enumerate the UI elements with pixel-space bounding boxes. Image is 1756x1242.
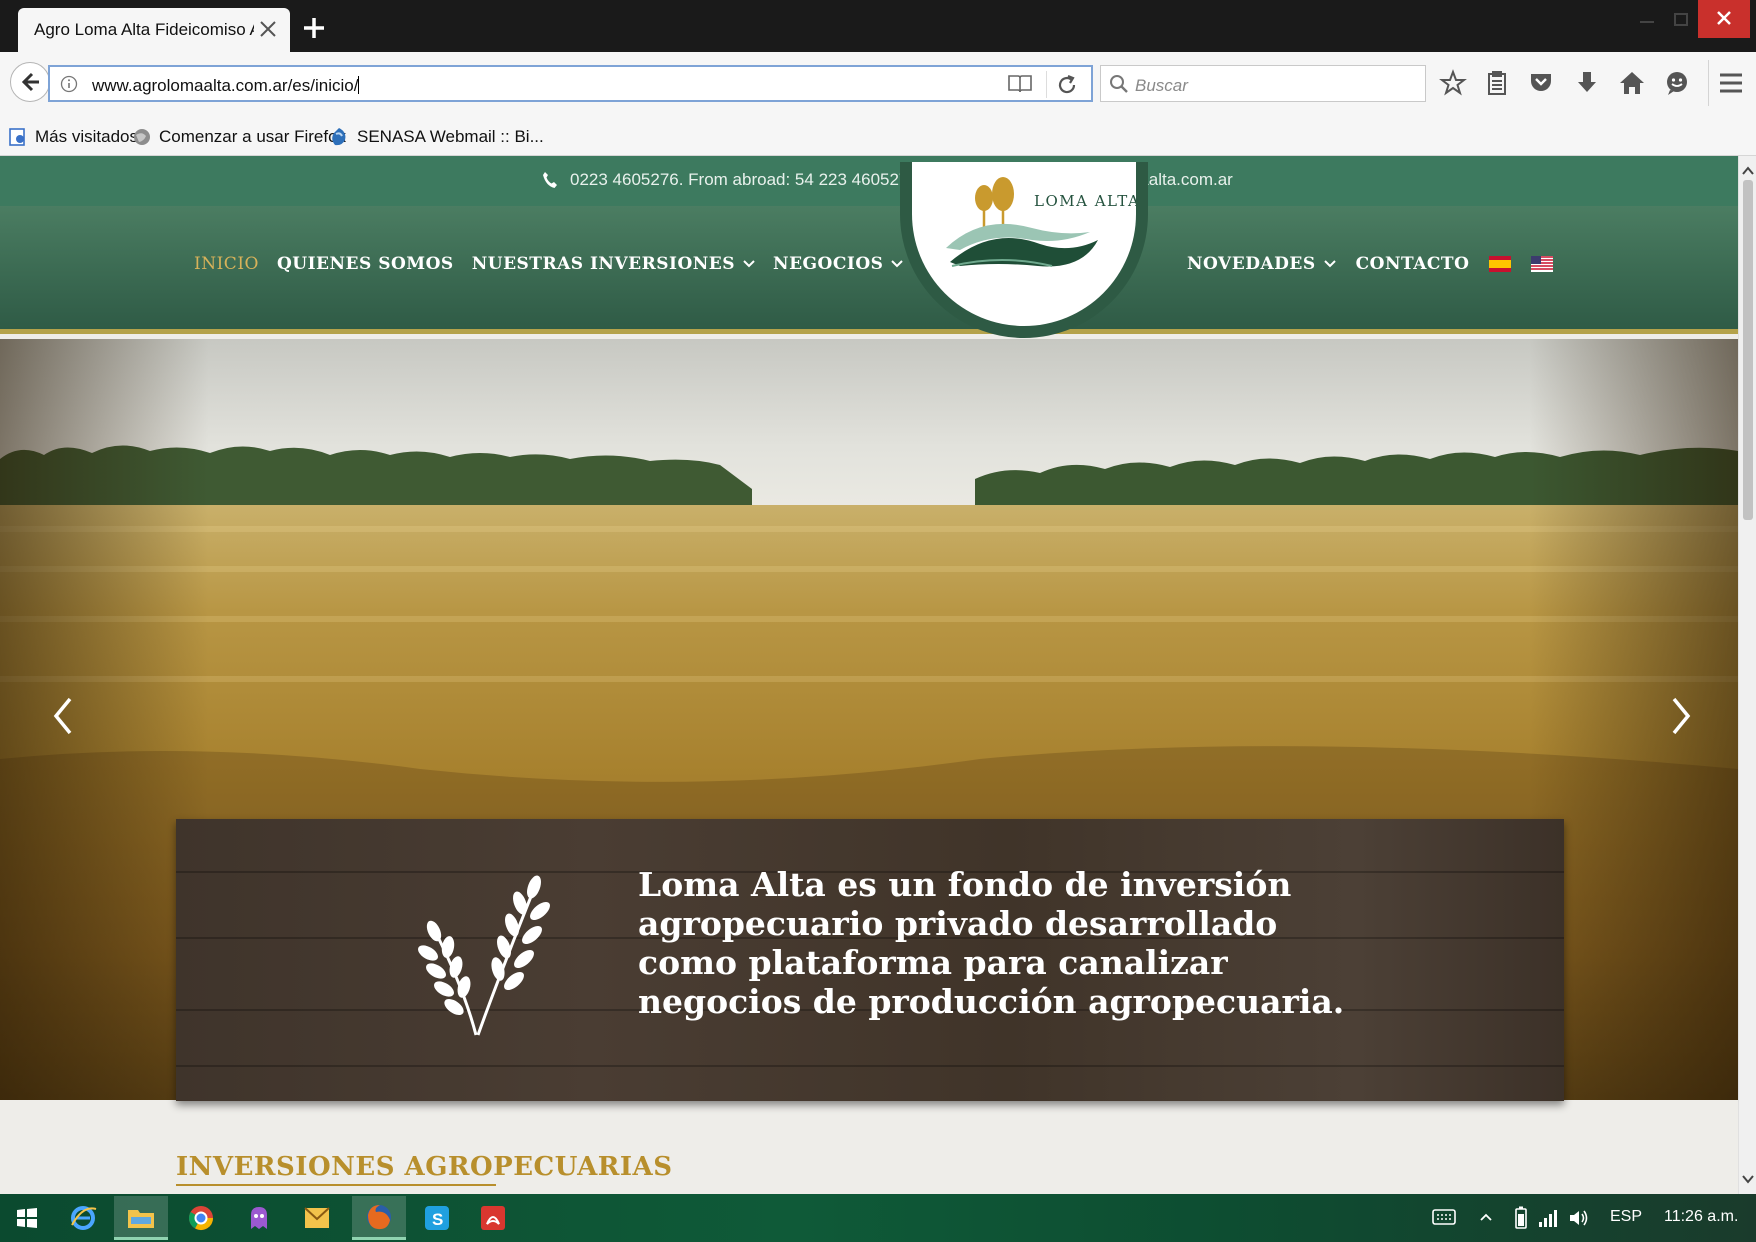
back-button[interactable] xyxy=(10,62,50,102)
clock-time[interactable]: 11:26 a.m. xyxy=(1664,1208,1738,1226)
menu-label: NOVEDADES xyxy=(1187,254,1316,274)
phone-icon xyxy=(543,172,557,188)
close-tab-icon[interactable] xyxy=(258,19,278,39)
pocket-icon[interactable] xyxy=(1526,68,1556,98)
browser-tab[interactable]: Agro Loma Alta Fideicomiso A... xyxy=(18,8,290,52)
bookmark-label: Comenzar a usar Firefox xyxy=(159,127,347,146)
menu-negocios[interactable]: NEGOCIOS xyxy=(773,254,904,274)
windows-start-icon[interactable] xyxy=(0,1196,54,1240)
bookmarks-toolbar: Más visitados Comenzar a usar Firefox SE… xyxy=(0,116,1756,156)
bookmark-star-icon[interactable] xyxy=(1438,68,1468,98)
menu-label: INICIO xyxy=(194,254,259,274)
chevron-down-icon xyxy=(891,260,904,268)
menu-label: NEGOCIOS xyxy=(773,254,884,274)
bookmark-comenzar-firefox[interactable]: Comenzar a usar Firefox xyxy=(132,126,346,148)
contact-strip: 0223 4605276. From abroad: 54 223 460527… xyxy=(0,156,1738,206)
windows-taskbar: S ESP 11:26 a.m. xyxy=(0,1194,1756,1242)
new-tab-icon[interactable] xyxy=(300,14,328,42)
minimize-button[interactable] xyxy=(1632,6,1662,34)
keyboard-icon[interactable] xyxy=(1432,1208,1456,1226)
menu-contacto[interactable]: CONTACTO xyxy=(1356,254,1470,274)
phone-contact: 0223 4605276. From abroad: 54 223 460527… xyxy=(542,170,918,190)
downloads-icon[interactable] xyxy=(1572,68,1602,98)
chevron-down-icon xyxy=(743,260,755,268)
address-bar[interactable]: www.agrolomaalta.com.ar/es/inicio/ xyxy=(48,65,1093,102)
hero-caption-text: Loma Alta es un fondo de inversión agrop… xyxy=(638,865,1345,1021)
section-title: INVERSIONES AGROPECUARIAS xyxy=(176,1152,673,1182)
carousel-next-icon[interactable] xyxy=(1664,693,1698,739)
tab-title: Agro Loma Alta Fideicomiso A... xyxy=(34,20,254,39)
browser-navigation-bar: www.agrolomaalta.com.ar/es/inicio/ Busca… xyxy=(0,52,1756,116)
browser-title-bar: Agro Loma Alta Fideicomiso A... xyxy=(0,0,1756,52)
site-info-icon[interactable] xyxy=(60,75,78,93)
menu-right: NOVEDADES CONTACTO xyxy=(1187,254,1554,274)
battery-icon[interactable] xyxy=(1514,1206,1528,1230)
reload-icon[interactable] xyxy=(1055,73,1079,97)
internet-explorer-icon[interactable] xyxy=(56,1196,110,1240)
search-box[interactable]: Buscar xyxy=(1100,65,1426,102)
web-page: 0223 4605276. From abroad: 54 223 460527… xyxy=(0,156,1738,1194)
menu-quienes-somos[interactable]: QUIENES SOMOS xyxy=(277,254,454,274)
back-arrow-icon xyxy=(21,72,39,92)
bookmark-page-icon xyxy=(9,128,25,146)
file-explorer-icon[interactable] xyxy=(114,1196,168,1240)
app-icon[interactable] xyxy=(232,1196,286,1240)
menu-inicio[interactable]: INICIO xyxy=(194,254,259,274)
section-underline xyxy=(176,1184,496,1186)
input-language[interactable]: ESP xyxy=(1610,1208,1642,1226)
firefox-icon[interactable] xyxy=(352,1196,406,1240)
scroll-thumb[interactable] xyxy=(1743,180,1753,520)
logo-badge: LOMA ALTA xyxy=(912,162,1136,326)
tray-expand-icon[interactable] xyxy=(1480,1212,1492,1222)
window-close-button[interactable] xyxy=(1698,0,1750,38)
volume-icon[interactable] xyxy=(1568,1208,1590,1228)
hello-chat-icon[interactable] xyxy=(1662,68,1692,98)
bookmark-label: Más visitados xyxy=(35,127,138,146)
acrobat-icon[interactable] xyxy=(466,1196,520,1240)
outlook-icon[interactable] xyxy=(290,1196,344,1240)
skype-icon[interactable]: S xyxy=(410,1196,464,1240)
carousel-prev-icon[interactable] xyxy=(46,693,80,739)
loma-alta-logo[interactable]: LOMA ALTA xyxy=(900,162,1148,338)
search-icon xyxy=(1110,75,1128,93)
maximize-button[interactable] xyxy=(1666,6,1696,34)
logo-emblem-icon xyxy=(946,177,1098,267)
menu-hamburger-icon[interactable] xyxy=(1716,68,1746,98)
site-navigation: INICIO QUIENES SOMOS NUESTRAS INVERSIONE… xyxy=(0,206,1738,334)
menu-novedades[interactable]: NOVEDADES xyxy=(1187,254,1336,274)
menu-left: INICIO QUIENES SOMOS NUESTRAS INVERSIONE… xyxy=(194,254,904,274)
screen: Agro Loma Alta Fideicomiso A... www.agro… xyxy=(0,0,1756,1242)
menu-label: CONTACTO xyxy=(1355,254,1470,274)
reader-view-icon[interactable] xyxy=(1007,73,1033,95)
scroll-down-icon[interactable] xyxy=(1742,1172,1754,1186)
home-icon[interactable] xyxy=(1617,68,1647,98)
phone-text: 0223 4605276. From abroad: 54 223 460527… xyxy=(570,170,918,189)
menu-label: NUESTRAS INVERSIONES xyxy=(471,254,736,274)
url-value: www.agrolomaalta.com.ar/es/inicio/ xyxy=(92,76,359,95)
network-signal-icon[interactable] xyxy=(1538,1208,1558,1228)
bookmark-senasa-webmail[interactable]: SENASA Webmail :: Bi... xyxy=(328,126,544,148)
webmail-icon xyxy=(332,128,346,146)
search-placeholder: Buscar xyxy=(1135,76,1188,95)
spain-flag-icon[interactable] xyxy=(1489,256,1512,272)
menu-label: QUIENES SOMOS xyxy=(276,254,454,274)
usa-flag-icon[interactable] xyxy=(1531,256,1554,272)
logo-text: LOMA ALTA xyxy=(1034,192,1136,210)
wheat-icon xyxy=(418,875,550,1036)
bookmarks-list-icon[interactable] xyxy=(1482,68,1512,98)
globe-icon xyxy=(134,129,150,145)
chrome-icon[interactable] xyxy=(174,1196,228,1240)
bookmark-label: SENASA Webmail :: Bi... xyxy=(357,127,544,146)
page-scrollbar[interactable] xyxy=(1738,156,1756,1194)
bookmark-mas-visitados[interactable]: Más visitados xyxy=(8,126,138,148)
svg-text:S: S xyxy=(432,1210,443,1229)
hero-caption-box: Loma Alta es un fondo de inversión agrop… xyxy=(176,819,1564,1101)
chevron-down-icon xyxy=(1323,260,1336,268)
url-text: www.agrolomaalta.com.ar/es/inicio/ xyxy=(92,76,360,96)
scroll-up-icon[interactable] xyxy=(1742,164,1754,178)
menu-nuestras-inversiones[interactable]: NUESTRAS INVERSIONES xyxy=(472,254,755,274)
